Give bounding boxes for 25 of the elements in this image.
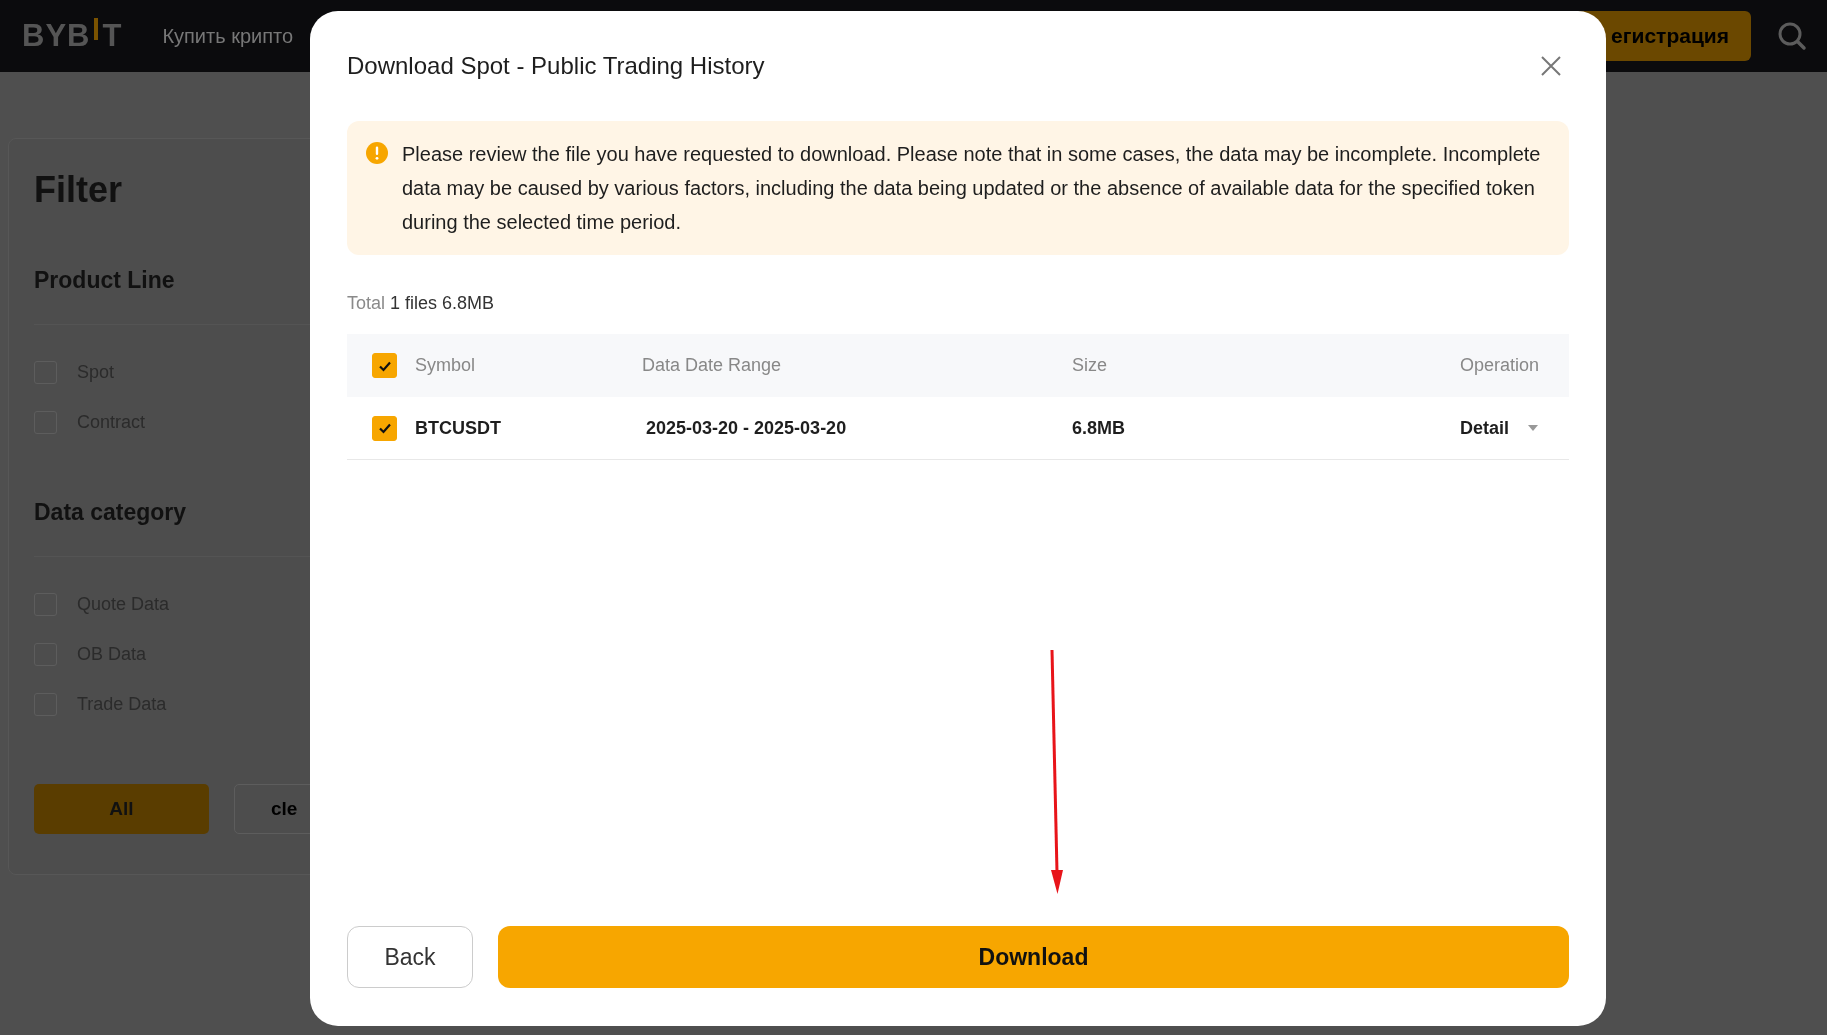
caret-icon xyxy=(1527,424,1539,432)
table-cell: BTCUSDT xyxy=(415,417,501,439)
notice-text: Please review the file you have requested to download. Please note that in some cases, the data may be incomplete. Incomplete data may be caused by various factors, including the data being updated or the absence of available data for the specified token during the selected time period. xyxy=(402,142,1542,235)
detail-dropdown[interactable]: Detail xyxy=(1459,417,1539,439)
select-all-checkbox[interactable] xyxy=(372,353,397,378)
back-button[interactable]: Back xyxy=(347,926,473,988)
total-label: Total xyxy=(347,293,386,313)
row-checkbox[interactable] xyxy=(372,415,397,441)
warning-icon xyxy=(366,142,388,164)
column-header: Size xyxy=(1072,355,1107,376)
filter-title: Filter xyxy=(34,169,123,211)
table-cell: 6.8MB xyxy=(1072,417,1125,439)
section-title: Product Line xyxy=(34,267,176,294)
section-title: Data category xyxy=(34,499,188,526)
column-header: Data Date Range xyxy=(642,355,782,376)
table-cell: 2025-03-20 - 2025-03-20 xyxy=(646,417,847,439)
total-value: 1 files 6.8MB xyxy=(390,293,495,313)
search-icon[interactable] xyxy=(1777,21,1807,51)
dialog-title: Download Spot - Public Trading History xyxy=(347,52,765,80)
download-button[interactable]: Download xyxy=(498,926,1569,988)
nav-link[interactable]: Купить крипто xyxy=(162,24,294,48)
close-icon[interactable] xyxy=(1539,54,1563,78)
logo[interactable]: BYB T xyxy=(22,18,123,54)
column-header: Operation xyxy=(1459,355,1539,376)
column-header: Symbol xyxy=(415,355,476,376)
